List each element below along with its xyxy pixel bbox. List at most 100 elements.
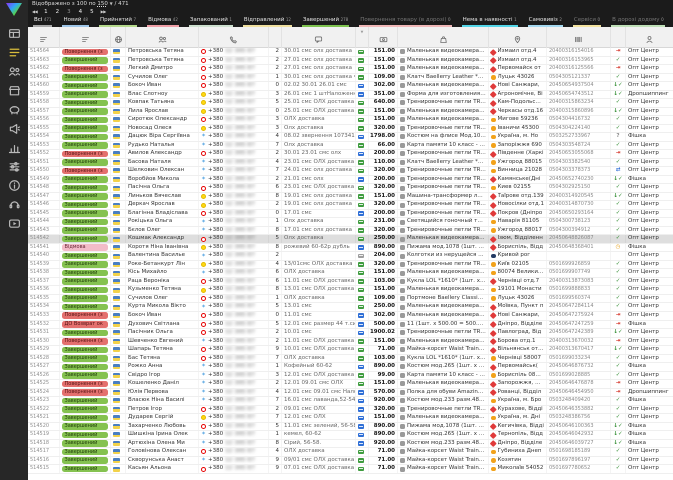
app-logo[interactable]	[6, 3, 22, 16]
order-row-514528[interactable]: 514528 Завершений Бас Тетяна +380 12 345 67 7…	[28, 354, 673, 364]
order-row-514553[interactable]: 514553 Завершений Рудько Наталья ✶ +380 12 34…	[28, 141, 673, 151]
order-row-514547[interactable]: 514547 Завершений Линьков Вячеслав +380 12 3…	[28, 192, 673, 202]
calls-count: 2	[268, 252, 281, 260]
order-row-514559[interactable]: 514559 Завершений Влас Слотноу +380 12 345 6…	[28, 90, 673, 100]
order-row-514539[interactable]: 514539 Завершений Роке-Бетанкурт Лін +380 12…	[28, 260, 673, 270]
order-row-514525[interactable]: 514525 Повернення (з Кошеленко Даніл ✶ +380 1…	[28, 380, 673, 389]
order-row-514535[interactable]: 514535 Завершений Сучилов Олег +380 12 345 6…	[28, 294, 673, 304]
tab-5[interactable]: Запакований 1	[188, 16, 233, 27]
order-row-514534[interactable]: 514534 Завершений Курта Микола Вікто ✶ +380 1…	[28, 303, 673, 312]
order-row-514560[interactable]: 514560 Завершений Бокоч Иван +380 12 345 67 0…	[28, 82, 673, 91]
order-row-514517[interactable]: 514517 Завершений Головінова Олексан +380 12…	[28, 448, 673, 457]
page-size-value[interactable]: 150	[97, 1, 108, 7]
page-button-3[interactable]: 3	[67, 8, 71, 16]
order-row-514554[interactable]: 514554 Завершений Дацюк Віра Сергіївна ✶ +38…	[28, 133, 673, 142]
order-row-514527[interactable]: 514527 Завершений Рожко Анна ✶ +380 12 345 67…	[28, 363, 673, 372]
megaphone-icon[interactable]	[0, 119, 28, 138]
orders-icon[interactable]	[0, 43, 28, 62]
contacts-icon[interactable]	[0, 62, 28, 81]
stats-icon[interactable]	[0, 138, 28, 157]
client-name: Бокоч Иван	[125, 311, 198, 320]
order-row-514558[interactable]: 514558 Завершений Ковпак Татьяна +380 12 345…	[28, 99, 673, 108]
page-button-5[interactable]: 5	[90, 8, 94, 16]
tab-9[interactable]: Нема в наявності 1	[461, 16, 518, 27]
tab-12[interactable]: В дорозі додому 0	[611, 16, 665, 27]
order-row-514516[interactable]: 514516 Завершений Скворунська Анаст ✶ +380 12…	[28, 456, 673, 466]
sales-channel: Опт Центр	[625, 294, 673, 303]
order-row-514536[interactable]: 514536 Завершений Кузьменко Тетяна +380 12 3…	[28, 286, 673, 295]
order-row-514524[interactable]: 514524 Повернення (з Юлія Первова ✶ +380 12 3…	[28, 388, 673, 398]
tab-3[interactable]: Прийнятий 7	[98, 16, 138, 27]
order-comment: 10.01 смс	[281, 329, 355, 337]
video-icon[interactable]	[0, 214, 28, 233]
order-row-514521[interactable]: 514521 Завершений Дударев Сергій +380 12 345…	[28, 414, 673, 423]
shop-icon[interactable]	[0, 81, 28, 100]
order-row-514526[interactable]: 514526 Завершений Свідро Ігор ✶ +380 12 345 6…	[28, 371, 673, 381]
client-phone: +380 12 345 67	[198, 90, 268, 99]
order-row-514550[interactable]: 514550 Повернення (з Шелковин Олексан ✶ +380…	[28, 167, 673, 176]
order-row-514562[interactable]: 514562 Повернення (з Легкий Дмитро +380 12 3…	[28, 65, 673, 74]
order-row-514519[interactable]: 514519 Завершений Шишкіна Ірина Олек ✶ +380 1…	[28, 431, 673, 440]
first-page-button[interactable]: ◀◀	[32, 8, 38, 16]
order-row-514531[interactable]: 514531 Завершений Пасічник Ольга +380 12 345…	[28, 329, 673, 338]
order-row-514533[interactable]: 514533 Повернення (з Бокоч Иван +380 12 345 …	[28, 311, 673, 321]
order-row-514552[interactable]: 514552 Повернення (з Авилов Александр +380 1…	[28, 150, 673, 159]
order-row-514522[interactable]: 514522 Завершений Петров Ігор +380 12 345 67…	[28, 405, 673, 415]
order-row-514563[interactable]: 514563 Завершений Петровська Тетяна +380 12 …	[28, 56, 673, 66]
order-row-514564[interactable]: 514564 Повернення (з Петровська Тетяна +380…	[28, 48, 673, 57]
tab-1[interactable]: Всі 471	[33, 16, 53, 27]
delivery-branch: Наварія 81105	[497, 218, 540, 225]
order-row-514556[interactable]: 514556 Завершений Сиротюк Олександр +380 12 …	[28, 116, 673, 125]
order-row-514549[interactable]: 514549 Завершений Воробйов Микола ✶ +380 12 3…	[28, 175, 673, 185]
payment-cell	[355, 439, 368, 448]
tab-2[interactable]: Новий 48	[62, 16, 89, 27]
page-button-4[interactable]: 4	[79, 8, 83, 16]
order-row-514530[interactable]: 514530 Повернення (з Шевченко Евгений ✶ +380…	[28, 337, 673, 347]
order-row-514551[interactable]: 514551 Завершений Басова Наталя ✶ +380 12 345…	[28, 158, 673, 168]
tab-10[interactable]: Самовивіз 2	[527, 16, 563, 27]
tune-icon[interactable]	[0, 157, 28, 176]
order-row-514520[interactable]: 514520 Завершений Захарченко Любовь +380 12 …	[28, 422, 673, 432]
order-row-514548[interactable]: 514548 Завершений Пасічна Ольга +380 12 345 …	[28, 184, 673, 193]
order-row-514538[interactable]: 514538 Завершений Кісь Михайло ✶ +380 12 345 …	[28, 269, 673, 278]
order-row-514518[interactable]: 514518 Завершений Артюхіна Олена Ми ✶ +380 12…	[28, 439, 673, 449]
finance-icon[interactable]	[0, 100, 28, 119]
status-badge: Завершений	[62, 125, 108, 132]
payment-b-icon	[358, 330, 364, 336]
order-row-514555[interactable]: 514555 Завершений Новосад Олеся +380 12 345 …	[28, 124, 673, 134]
tracking-status-ra-icon: ⇥	[615, 48, 621, 54]
tab-8[interactable]: Повернення товару (в дорозі) 0	[359, 16, 452, 27]
tab-11[interactable]: Сервіси 0	[572, 16, 602, 27]
order-row-514557[interactable]: 514557 Завершений Лила Ярослав +380 12 345 6…	[28, 107, 673, 117]
order-amount: 890.00	[368, 243, 397, 252]
order-row-514537[interactable]: 514537 Завершений Раца Вероніка +380 12 345 …	[28, 277, 673, 287]
order-row-514542[interactable]: 514542 Завершений Кошмак Александр +380 12 3…	[28, 235, 673, 244]
tab-4[interactable]: Відмова 42	[147, 16, 179, 27]
product-cell: Маленькая видеокамера SQ8 *	[397, 82, 488, 90]
info-icon[interactable]	[0, 176, 28, 195]
order-row-514515[interactable]: 514515 Завершений Касьян Альона +380 12 345 …	[28, 465, 673, 474]
order-row-514561[interactable]: 514561 Завершений Сучилов Олег +380 12 345 6…	[28, 73, 673, 83]
order-row-514545[interactable]: 514545 Завершений Благінна Владіслава +380 1…	[28, 209, 673, 219]
order-row-514532[interactable]: 514532 ДО Возврат ок Духович Світлана +380 1…	[28, 320, 673, 330]
carrier-up-icon	[491, 219, 496, 225]
order-row-514529[interactable]: 514529 Завершений Шапарь Тетяна +380 12 345 …	[28, 346, 673, 355]
order-row-514523[interactable]: 514523 Завершений Власюк Ніна Василі ✶ +380 1…	[28, 397, 673, 406]
tab-6[interactable]: Відправлений 12	[242, 16, 292, 27]
filter-chevron-down-icon[interactable]: ▼	[361, 30, 364, 35]
dashboard-icon[interactable]	[0, 24, 28, 43]
order-row-514543[interactable]: 514543 Завершений Бєлов Олег ✶ +380 12 345 67…	[28, 226, 673, 236]
order-row-514541[interactable]: 514541 Відмова Коротя Ніна Іванівна +380 12 …	[28, 243, 673, 253]
page-button-2[interactable]: 2	[56, 8, 60, 16]
chevron-down-icon[interactable]: ▼	[110, 1, 113, 6]
country-cell	[110, 414, 125, 422]
page-button-1[interactable]: 1	[44, 8, 48, 16]
order-row-514544[interactable]: 514544 Завершений Рокіцька Ольга ✶ +380 12 34…	[28, 218, 673, 227]
order-row-514546[interactable]: 514546 Завершений Деркач Ярослав +380 12 345…	[28, 201, 673, 210]
support-icon[interactable]	[0, 195, 28, 214]
order-comment: кемел, 60-62	[281, 431, 355, 439]
order-row-514540[interactable]: 514540 Завершений Валентина Василье ✶ +380 12…	[28, 252, 673, 261]
last-page-button[interactable]: ▶▶	[101, 8, 107, 16]
sales-channel: Опт Центр	[625, 192, 673, 201]
tab-7[interactable]: Завершений 278	[301, 16, 350, 27]
